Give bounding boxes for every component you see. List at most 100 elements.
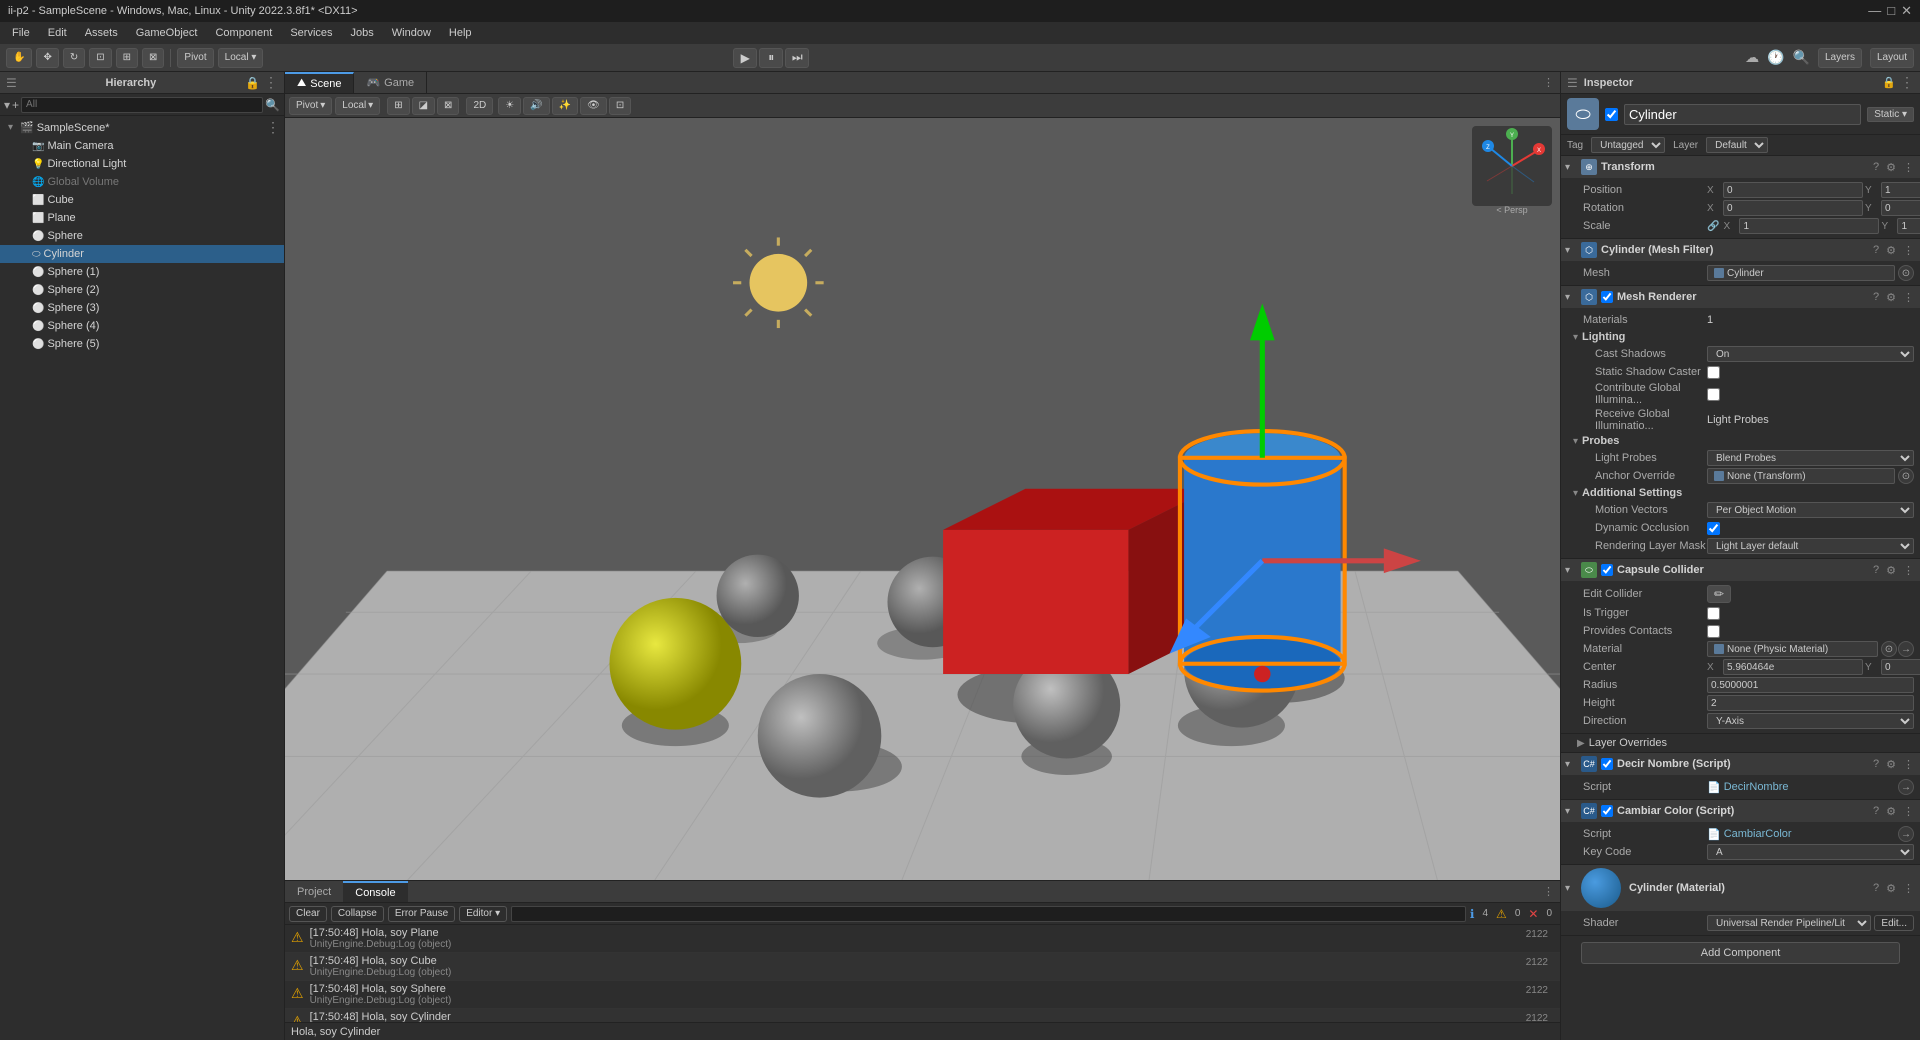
- transform-header[interactable]: ▾ ⊕ Transform ? ⚙ ⋮: [1561, 156, 1920, 178]
- hierarchy-search-icon[interactable]: 🔍: [265, 98, 280, 112]
- probes-subheader[interactable]: ▾ Probes: [1567, 433, 1914, 449]
- meshfilter-header[interactable]: ▾ ⬡ Cylinder (Mesh Filter) ? ⚙ ⋮: [1561, 239, 1920, 261]
- rotation-y[interactable]: [1881, 200, 1920, 216]
- step-button[interactable]: ⏭: [785, 48, 809, 68]
- material-header[interactable]: ▾ Cylinder (Material) ? ⚙ ⋮: [1561, 865, 1920, 911]
- meshfilter-settings[interactable]: ⚙: [1884, 244, 1898, 257]
- scale-x[interactable]: [1739, 218, 1879, 234]
- hierarchy-item-samplescene[interactable]: ▾ 🎬 SampleScene* ⋮: [0, 118, 284, 137]
- decir-nombre-header[interactable]: ▾ C# Decir Nombre (Script) ? ⚙ ⋮: [1561, 753, 1920, 775]
- transform-help[interactable]: ?: [1871, 161, 1881, 173]
- object-name-input[interactable]: [1624, 104, 1861, 125]
- decir-nombre-menu[interactable]: ⋮: [1901, 758, 1916, 771]
- menu-assets[interactable]: Assets: [77, 25, 126, 41]
- hierarchy-more-icon[interactable]: ⋮: [264, 74, 278, 91]
- object-active-checkbox[interactable]: [1605, 108, 1618, 121]
- material-ref[interactable]: None (Physic Material): [1707, 641, 1878, 657]
- tab-scene[interactable]: ⛰ Scene: [285, 72, 354, 93]
- hierarchy-item-plane[interactable]: ⬜ Plane: [0, 209, 284, 227]
- close-btn[interactable]: ✕: [1901, 3, 1912, 19]
- rotate-tool[interactable]: ↻: [63, 48, 85, 68]
- static-button[interactable]: Static ▾: [1867, 107, 1914, 122]
- scene-fx-btn[interactable]: ✨: [552, 97, 578, 115]
- provides-contacts-checkbox[interactable]: [1707, 625, 1720, 638]
- tab-console[interactable]: Console: [343, 881, 407, 902]
- material-settings[interactable]: ⚙: [1884, 882, 1898, 895]
- capsulecollider-help[interactable]: ?: [1871, 564, 1881, 576]
- cambiar-color-script-ref[interactable]: 📄 CambiarColor: [1707, 828, 1792, 841]
- console-item[interactable]: ⚠ [17:50:48] Hola, soy Cube UnityEngine.…: [285, 953, 1560, 981]
- collapse-btn[interactable]: Collapse: [331, 906, 384, 922]
- height-input[interactable]: [1707, 695, 1914, 711]
- clear-btn[interactable]: Clear: [289, 906, 327, 922]
- meshfilter-help[interactable]: ?: [1871, 244, 1881, 256]
- pivot-btn[interactable]: Pivot: [177, 48, 213, 68]
- gizmo-label[interactable]: < Persp: [1472, 205, 1552, 215]
- error-pause-btn[interactable]: Error Pause: [388, 906, 455, 922]
- hierarchy-item-sphere5[interactable]: ⚪ Sphere (5): [0, 335, 284, 353]
- hierarchy-item-cylinder[interactable]: ⬭ Cylinder: [0, 245, 284, 263]
- key-code-select[interactable]: A: [1707, 844, 1914, 860]
- decir-nombre-help[interactable]: ?: [1871, 758, 1881, 770]
- decir-nombre-checkbox[interactable]: [1601, 758, 1613, 770]
- mesh-select-btn[interactable]: ⊙: [1898, 265, 1914, 281]
- center-x[interactable]: [1723, 659, 1863, 675]
- maximize-btn[interactable]: □: [1887, 3, 1895, 19]
- menu-help[interactable]: Help: [441, 25, 480, 41]
- meshrenderer-settings[interactable]: ⚙: [1884, 291, 1898, 304]
- gizmo-widget[interactable]: Y X Z < Persp: [1472, 126, 1552, 206]
- cast-shadows-select[interactable]: On: [1707, 346, 1914, 362]
- scene-audio-btn[interactable]: 🔊: [523, 97, 549, 115]
- hand-tool[interactable]: ✋: [6, 48, 32, 68]
- meshfilter-menu[interactable]: ⋮: [1901, 244, 1916, 257]
- capsulecollider-settings[interactable]: ⚙: [1884, 564, 1898, 577]
- material-help[interactable]: ?: [1871, 882, 1881, 894]
- scene-grid-btn[interactable]: ⊞: [387, 97, 409, 115]
- local-btn[interactable]: Local ▾: [218, 48, 264, 68]
- transform-settings[interactable]: ⚙: [1884, 161, 1898, 174]
- material-menu[interactable]: ⋮: [1901, 882, 1916, 895]
- material-select-btn[interactable]: ⊙: [1881, 641, 1897, 657]
- title-bar-controls[interactable]: — □ ✕: [1868, 3, 1912, 19]
- static-shadow-checkbox[interactable]: [1707, 366, 1720, 379]
- add-component-button[interactable]: Add Component: [1581, 942, 1900, 964]
- lock-icon[interactable]: 🔗: [1707, 221, 1719, 232]
- editor-btn[interactable]: Editor ▾: [459, 906, 507, 922]
- inspector-menu-icon[interactable]: ☰: [1567, 76, 1578, 90]
- capsulecollider-header[interactable]: ▾ ⬭ Capsule Collider ? ⚙ ⋮: [1561, 559, 1920, 581]
- decir-nombre-script-btn[interactable]: →: [1898, 779, 1914, 795]
- lighting-subheader[interactable]: ▾ Lighting: [1567, 329, 1914, 345]
- transform-tool[interactable]: ⊠: [142, 48, 164, 68]
- motion-vectors-select[interactable]: Per Object Motion: [1707, 502, 1914, 518]
- contribute-gi-checkbox[interactable]: [1707, 388, 1720, 401]
- mesh-ref[interactable]: Cylinder: [1707, 265, 1895, 281]
- hierarchy-menu-icon[interactable]: ☰: [6, 76, 17, 90]
- capsulecollider-menu[interactable]: ⋮: [1901, 564, 1916, 577]
- decir-nombre-settings[interactable]: ⚙: [1884, 758, 1898, 771]
- menu-file[interactable]: File: [4, 25, 38, 41]
- minimize-btn[interactable]: —: [1868, 3, 1881, 19]
- edit-collider-btn[interactable]: ✏: [1707, 585, 1731, 603]
- console-item[interactable]: ⚠ [17:50:48] Hola, soy Plane UnityEngine…: [285, 925, 1560, 953]
- menu-edit[interactable]: Edit: [40, 25, 75, 41]
- scene-lighting-btn[interactable]: ☀: [498, 97, 521, 115]
- cambiar-color-settings[interactable]: ⚙: [1884, 805, 1898, 818]
- layers-btn[interactable]: Layers: [1818, 48, 1862, 68]
- inspector-more-icon[interactable]: ⋮: [1900, 74, 1914, 91]
- hierarchy-item-globalvolume[interactable]: 🌐 Global Volume: [0, 173, 284, 191]
- hierarchy-expand-icon[interactable]: ▾: [4, 98, 10, 112]
- shader-edit-btn[interactable]: Edit...: [1874, 915, 1914, 931]
- cambiar-color-script-btn[interactable]: →: [1898, 826, 1914, 842]
- dynamic-occlusion-checkbox[interactable]: [1707, 522, 1720, 535]
- hierarchy-item-sphere2[interactable]: ⚪ Sphere (2): [0, 281, 284, 299]
- scene-local-btn[interactable]: Local ▾: [335, 97, 380, 115]
- capsulecollider-checkbox[interactable]: [1601, 564, 1613, 576]
- layer-override-row[interactable]: ▶ Layer Overrides: [1561, 734, 1920, 752]
- decir-nombre-script-ref[interactable]: 📄 DecirNombre: [1707, 781, 1789, 794]
- pause-button[interactable]: ⏸: [759, 48, 783, 68]
- scene-hidegizmo-btn[interactable]: 👁: [580, 97, 607, 115]
- menu-window[interactable]: Window: [384, 25, 439, 41]
- scene-2d-btn[interactable]: 2D: [466, 97, 493, 115]
- anchor-ref[interactable]: None (Transform): [1707, 468, 1895, 484]
- scene-wire-btn[interactable]: ⊠: [437, 97, 459, 115]
